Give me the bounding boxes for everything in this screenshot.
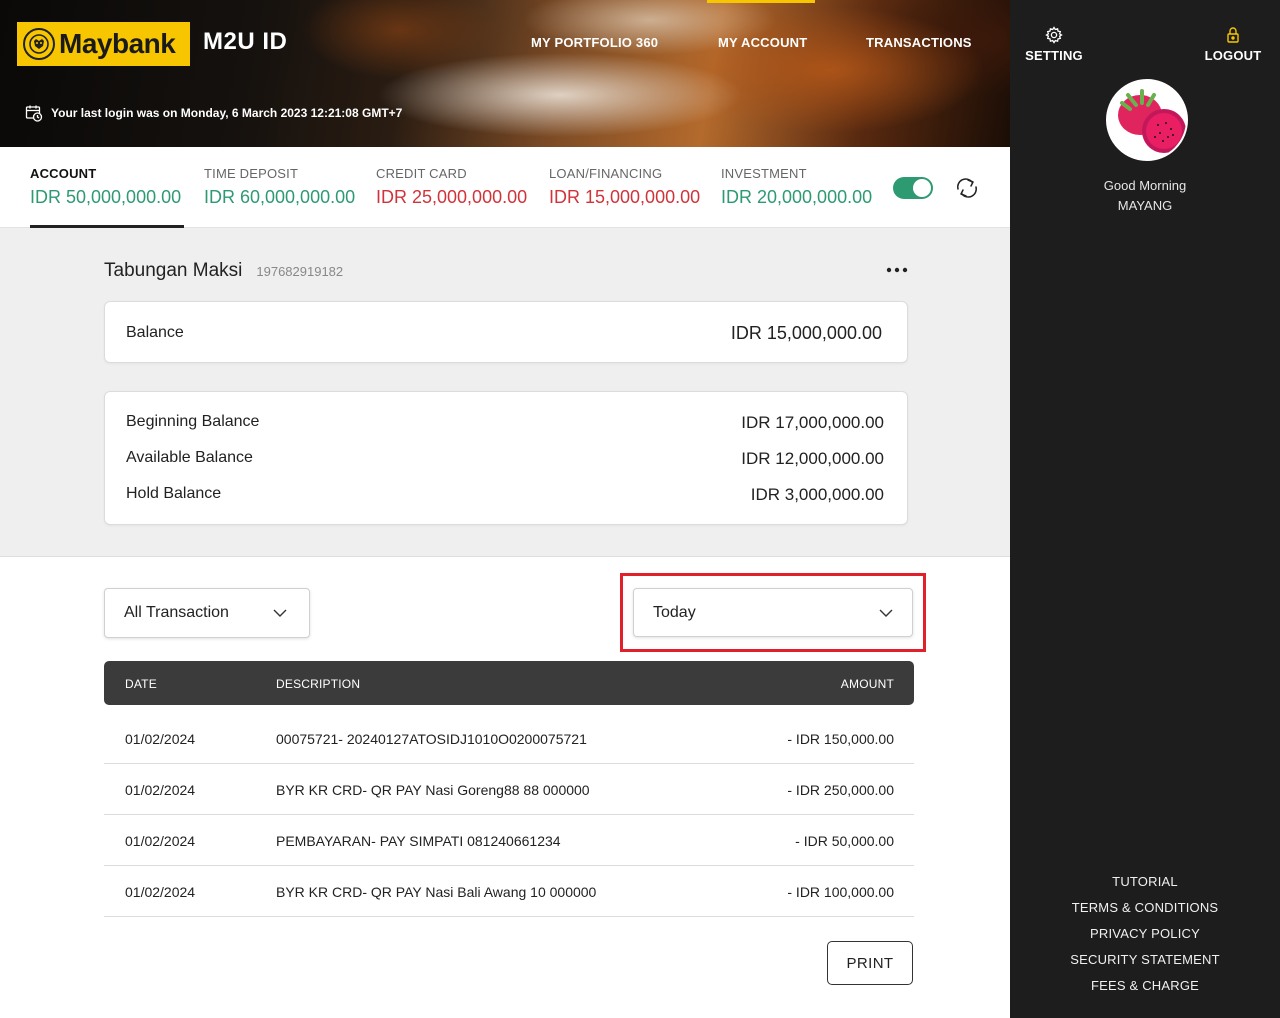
transactions-table-header: DATE DESCRIPTION AMOUNT: [104, 661, 914, 705]
balance-value: IDR 15,000,000.00: [730, 323, 882, 343]
print-button[interactable]: PRINT: [827, 941, 913, 985]
column-header-amount: AMOUNT: [840, 677, 894, 691]
row-date: 01/02/2024: [125, 884, 196, 900]
available-balance-label: Available Balance: [126, 449, 253, 466]
account-name: Tabungan Maksi: [104, 260, 243, 281]
table-row[interactable]: 01/02/2024 BYR KR CRD- QR PAY Nasi Bali …: [104, 866, 914, 917]
column-header-date: DATE: [125, 677, 157, 691]
refresh-icon[interactable]: [953, 175, 981, 201]
summary-value: IDR 60,000,000.00: [204, 187, 356, 207]
account-header: Tabungan Maksi 197682919182: [104, 260, 343, 282]
summary-tab-loan-financing[interactable]: LOAN/FINANCING IDR 15,000,000.00: [549, 166, 700, 208]
nav-my-account[interactable]: MY ACCOUNT: [718, 35, 807, 50]
setting-label: SETTING: [1025, 48, 1083, 63]
summary-label: CREDIT CARD: [376, 166, 467, 181]
row-date: 01/02/2024: [125, 782, 196, 798]
table-row[interactable]: 01/02/2024 00075721- 20240127ATOSIDJ1010…: [104, 713, 914, 764]
row-date: 01/02/2024: [125, 833, 196, 849]
logout-button[interactable]: LOGOUT: [1205, 26, 1261, 63]
row-amount: - IDR 50,000.00: [795, 833, 894, 849]
table-row[interactable]: 01/02/2024 BYR KR CRD- QR PAY Nasi Goren…: [104, 764, 914, 815]
beginning-balance-label: Beginning Balance: [126, 413, 260, 430]
balance-label: Balance: [126, 324, 184, 341]
setting-button[interactable]: SETTING: [1025, 26, 1083, 63]
chevron-down-icon: [879, 609, 893, 617]
balance-details-card: Beginning Balance IDR 17,000,000.00 Avai…: [104, 391, 908, 525]
last-login-text: Your last login was on Monday, 6 March 2…: [51, 106, 403, 120]
row-description: PEMBAYARAN- PAY SIMPATI 081240661234: [276, 833, 561, 849]
row-description: 00075721- 20240127ATOSIDJ1010O0200075721: [276, 731, 587, 747]
header-banner: Maybank M2U ID MY PORTFOLIO 360 MY ACCOU…: [0, 0, 1010, 147]
summary-tab-time-deposit[interactable]: TIME DEPOSIT IDR 60,000,000.00: [204, 166, 355, 208]
balance-visibility-toggle[interactable]: [893, 177, 933, 199]
summary-value: IDR 25,000,000.00: [376, 187, 528, 207]
last-login-info: Your last login was on Monday, 6 March 2…: [25, 104, 402, 122]
available-balance-value: IDR 12,000,000.00: [741, 449, 884, 468]
row-amount: - IDR 100,000.00: [787, 884, 894, 900]
table-row[interactable]: 01/02/2024 PEMBAYARAN- PAY SIMPATI 08124…: [104, 815, 914, 866]
greeting-text: Good Morning: [1103, 178, 1187, 193]
column-header-description: DESCRIPTION: [276, 677, 361, 691]
summary-label: LOAN/FINANCING: [549, 166, 663, 181]
summary-label: TIME DEPOSIT: [204, 166, 299, 181]
row-description: BYR KR CRD- QR PAY Nasi Goreng88 88 0000…: [276, 782, 590, 798]
chevron-down-icon: [273, 609, 287, 617]
avatar[interactable]: [1106, 79, 1188, 161]
period-value: Today: [653, 603, 696, 621]
summary-label: INVESTMENT: [721, 166, 807, 181]
summary-label: ACCOUNT: [30, 166, 97, 181]
account-number: 197682919182: [256, 264, 344, 279]
period-select[interactable]: Today: [633, 588, 913, 637]
summary-value: IDR 20,000,000.00: [721, 187, 873, 207]
logout-label: LOGOUT: [1204, 48, 1262, 63]
footer-link-security[interactable]: SECURITY STATEMENT: [1010, 951, 1280, 977]
active-nav-indicator: [707, 0, 815, 3]
transaction-type-value: All Transaction: [124, 604, 229, 621]
lock-icon: [1225, 26, 1241, 44]
row-description: BYR KR CRD- QR PAY Nasi Bali Awang 10 00…: [276, 884, 597, 900]
hold-balance-value: IDR 3,000,000.00: [750, 485, 884, 504]
transaction-type-select[interactable]: All Transaction: [104, 588, 310, 638]
calendar-clock-icon: [25, 104, 43, 122]
footer-link-fees[interactable]: FEES & CHARGE: [1010, 977, 1280, 1003]
user-name: MAYANG: [1117, 198, 1173, 213]
nav-my-portfolio[interactable]: MY PORTFOLIO 360: [531, 35, 658, 50]
hold-balance-label: Hold Balance: [126, 485, 222, 502]
beginning-balance-value: IDR 17,000,000.00: [741, 413, 884, 432]
top-navigation: MY PORTFOLIO 360 MY ACCOUNT TRANSACTIONS: [0, 35, 1010, 55]
footer-link-tutorial[interactable]: TUTORIAL: [1010, 873, 1280, 899]
more-horizontal-icon[interactable]: [884, 260, 910, 280]
row-amount: - IDR 150,000.00: [787, 731, 894, 747]
footer-link-privacy[interactable]: PRIVACY POLICY: [1010, 925, 1280, 951]
summary-value: IDR 50,000,000.00: [30, 187, 182, 207]
balance-card: Balance IDR 15,000,000.00: [104, 301, 908, 363]
nav-transactions[interactable]: TRANSACTIONS: [866, 35, 972, 50]
summary-tab-account[interactable]: ACCOUNT IDR 50,000,000.00: [30, 166, 181, 208]
footer-links: TUTORIAL TERMS & CONDITIONS PRIVACY POLI…: [1010, 873, 1280, 1003]
footer-link-terms[interactable]: TERMS & CONDITIONS: [1010, 899, 1280, 925]
right-sidebar: SETTING LOGOUT Good Morning MAYANG TUTOR…: [1010, 0, 1280, 1018]
gear-icon: [1045, 26, 1063, 44]
row-date: 01/02/2024: [125, 731, 196, 747]
summary-tab-credit-card[interactable]: CREDIT CARD IDR 25,000,000.00: [376, 166, 527, 208]
portfolio-summary-bar: ACCOUNT IDR 50,000,000.00 TIME DEPOSIT I…: [0, 147, 1010, 228]
summary-tab-investment[interactable]: INVESTMENT IDR 20,000,000.00: [721, 166, 872, 208]
summary-value: IDR 15,000,000.00: [549, 187, 701, 207]
row-amount: - IDR 250,000.00: [787, 782, 894, 798]
